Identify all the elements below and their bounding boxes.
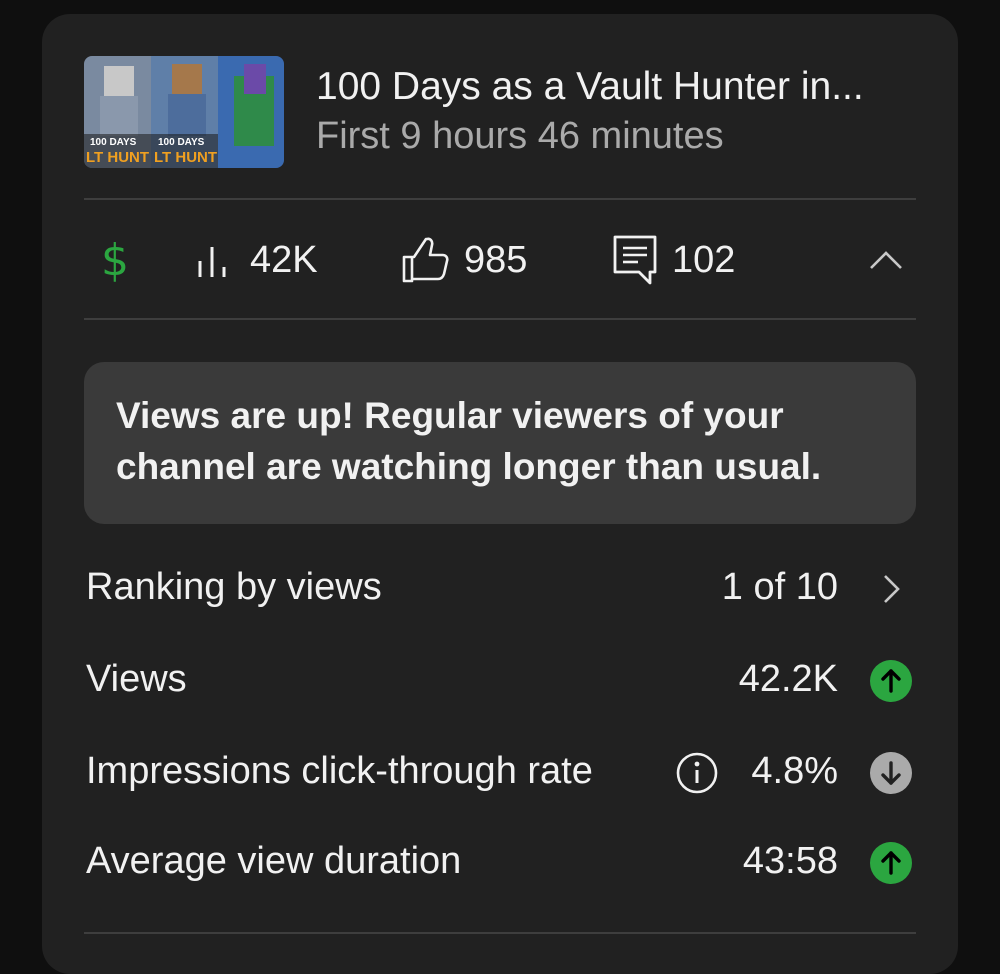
metric-label: Impressions click-through rate bbox=[86, 750, 593, 792]
metric-label: Average view duration bbox=[86, 840, 462, 882]
metric-value: 42.2K bbox=[738, 658, 838, 700]
metric-views[interactable]: Views 42.2K bbox=[84, 642, 916, 722]
thumbs-up-icon bbox=[402, 237, 449, 283]
comments-stat[interactable]: 102 bbox=[612, 200, 735, 320]
thumbnail-image: 100 DAYS 100 DAYS LT HUNT LT HUNT bbox=[84, 56, 284, 168]
comment-icon bbox=[613, 235, 657, 285]
arrow-up-icon bbox=[870, 842, 912, 884]
arrow-up-icon bbox=[870, 660, 912, 702]
dollar-icon: $ bbox=[101, 235, 129, 285]
likes-count: 985 bbox=[464, 238, 528, 281]
metric-avg-view-duration[interactable]: Average view duration 43:58 bbox=[84, 824, 916, 904]
insight-card: Views are up! Regular viewers of your ch… bbox=[84, 362, 916, 524]
video-time-range: First 9 hours 46 minutes bbox=[316, 115, 724, 157]
monetization-stat[interactable]: $ bbox=[98, 200, 132, 320]
thumbnail-caption-4: LT HUNT bbox=[154, 149, 217, 166]
svg-text:$: $ bbox=[101, 235, 129, 285]
divider bbox=[84, 932, 916, 934]
thumbnail-caption-2: 100 DAYS bbox=[158, 137, 205, 148]
video-header[interactable]: 100 DAYS 100 DAYS LT HUNT LT HUNT 100 Da… bbox=[84, 56, 916, 168]
comments-count: 102 bbox=[672, 238, 736, 281]
bar-chart-icon bbox=[198, 247, 226, 277]
thumbnail-caption-1: 100 DAYS bbox=[90, 137, 137, 148]
views-count: 42K bbox=[250, 238, 318, 281]
video-title: 100 Days as a Vault Hunter in... bbox=[316, 65, 864, 108]
video-analytics-card: 100 DAYS 100 DAYS LT HUNT LT HUNT 100 Da… bbox=[42, 14, 958, 974]
metric-ranking[interactable]: Ranking by views 1 of 10 bbox=[84, 550, 916, 630]
stats-row[interactable]: $ 42K 985 102 bbox=[84, 200, 916, 320]
metric-label: Views bbox=[86, 658, 187, 700]
collapse-button[interactable] bbox=[868, 200, 904, 320]
video-thumbnail[interactable]: 100 DAYS 100 DAYS LT HUNT LT HUNT bbox=[84, 56, 284, 168]
views-stat[interactable]: 42K bbox=[194, 200, 318, 320]
metric-ctr[interactable]: Impressions click-through rate 4.8% bbox=[84, 734, 916, 814]
metric-value: 43:58 bbox=[742, 840, 838, 882]
metric-label: Ranking by views bbox=[86, 566, 382, 608]
divider bbox=[84, 318, 916, 320]
metric-value: 1 of 10 bbox=[721, 566, 838, 608]
insight-text: Views are up! Regular viewers of your ch… bbox=[116, 395, 822, 487]
thumbnail-caption-3: LT HUNT bbox=[86, 149, 149, 166]
metric-value: 4.8% bbox=[751, 750, 838, 792]
likes-stat[interactable]: 985 bbox=[400, 200, 527, 320]
chevron-right-icon bbox=[884, 575, 900, 603]
chevron-up-icon bbox=[870, 251, 902, 269]
arrow-down-icon bbox=[870, 752, 912, 794]
info-icon[interactable] bbox=[676, 752, 718, 794]
